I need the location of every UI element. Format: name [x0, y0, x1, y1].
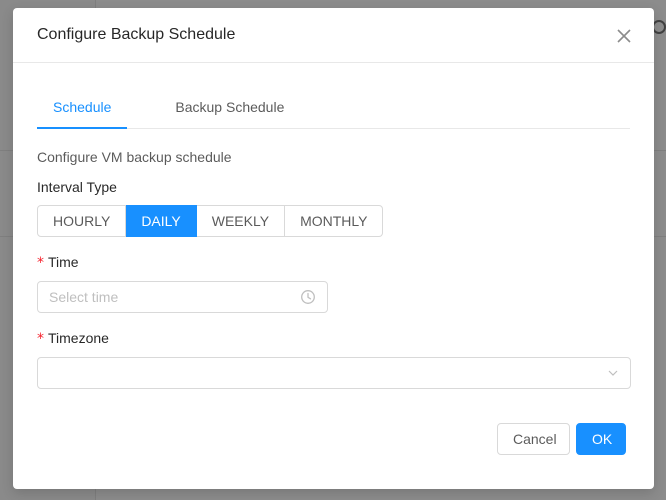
interval-type-label: Interval Type — [37, 179, 117, 195]
close-icon — [617, 29, 631, 43]
time-field-label: * Time — [37, 254, 630, 271]
interval-monthly-option[interactable]: MONTHLY — [285, 205, 384, 237]
form-description: Configure VM backup schedule — [37, 149, 232, 165]
timezone-select[interactable] — [37, 357, 631, 389]
time-input[interactable] — [49, 289, 300, 305]
ok-button[interactable]: OK — [576, 423, 626, 455]
interval-hourly-option[interactable]: HOURLY — [37, 205, 127, 237]
backup-schedule-modal: Configure Backup Schedule Schedule Backu… — [13, 8, 654, 489]
tab-schedule[interactable]: Schedule — [37, 87, 127, 128]
tab-bar: Schedule Backup Schedule — [37, 87, 630, 129]
interval-daily-option[interactable]: DAILY — [126, 205, 197, 237]
close-button[interactable] — [610, 22, 638, 50]
required-marker: * — [37, 331, 44, 347]
active-tab-indicator — [37, 127, 127, 129]
modal-body: Schedule Backup Schedule Configure VM ba… — [13, 63, 654, 389]
cancel-button[interactable]: Cancel — [497, 423, 570, 455]
modal-footer: Cancel OK — [497, 423, 626, 455]
timezone-label-text: Timezone — [48, 330, 109, 346]
interval-weekly-option[interactable]: WEEKLY — [196, 205, 286, 237]
clock-icon[interactable] — [300, 289, 316, 305]
time-label-text: Time — [48, 254, 79, 270]
required-marker: * — [37, 255, 44, 271]
tab-backup-schedule[interactable]: Backup Schedule — [159, 87, 300, 128]
interval-type-radio-group: HOURLY DAILY WEEKLY MONTHLY — [37, 205, 630, 237]
time-picker[interactable] — [37, 281, 328, 313]
modal-title: Configure Backup Schedule — [37, 26, 236, 43]
chevron-down-icon — [608, 370, 618, 376]
modal-header: Configure Backup Schedule — [13, 8, 654, 63]
timezone-field-label: * Timezone — [37, 330, 630, 347]
